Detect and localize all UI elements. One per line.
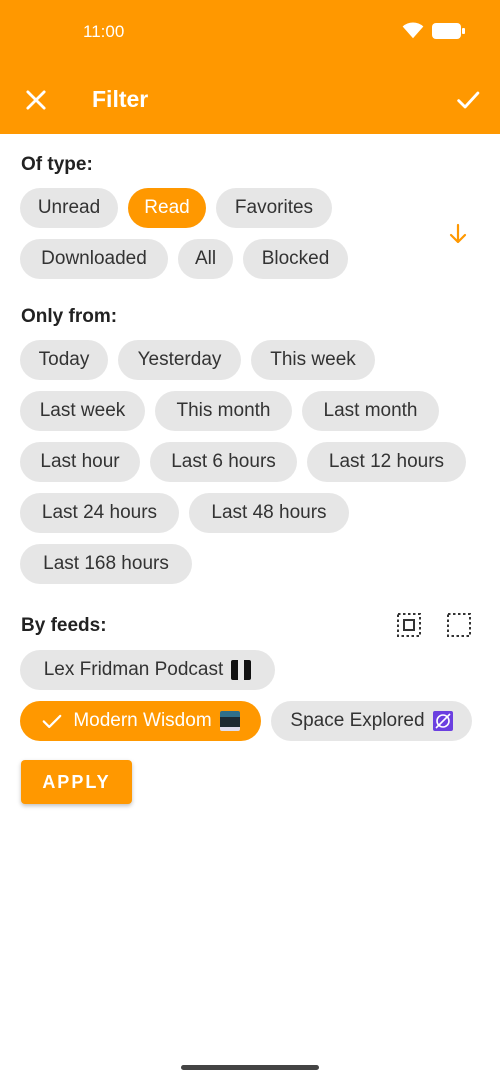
select-all-icon[interactable] xyxy=(396,612,422,638)
arrow-down-icon[interactable] xyxy=(446,222,470,246)
chip-label: Last month xyxy=(323,400,418,421)
deselect-all-icon[interactable] xyxy=(446,612,472,638)
chip-unread[interactable]: Unread xyxy=(20,188,118,228)
chip-label: Last week xyxy=(39,400,126,421)
chip-last-6-hours[interactable]: Last 6 hours xyxy=(150,442,297,482)
apply-button[interactable]: APPLY xyxy=(21,760,132,804)
chip-last-48-hours[interactable]: Last 48 hours xyxy=(189,493,349,533)
space-explored-thumbnail-icon xyxy=(432,711,453,731)
chip-favorites[interactable]: Favorites xyxy=(216,188,332,228)
chip-last-week[interactable]: Last week xyxy=(20,391,145,431)
chip-last-12-hours[interactable]: Last 12 hours xyxy=(307,442,466,482)
chip-last-month[interactable]: Last month xyxy=(302,391,439,431)
type-section-title: Of type: xyxy=(21,154,93,175)
wifi-icon xyxy=(402,22,424,39)
chip-label: Last 12 hours xyxy=(328,451,445,472)
chip-feed-lex-fridman[interactable]: Lex Fridman Podcast xyxy=(20,650,275,690)
chip-label: Favorites xyxy=(234,197,314,218)
chip-label: Lex Fridman Podcast xyxy=(43,659,224,680)
page-title: Filter xyxy=(92,86,149,112)
chip-label: Blocked xyxy=(261,248,330,269)
check-icon xyxy=(41,710,63,732)
chip-last-24-hours[interactable]: Last 24 hours xyxy=(20,493,179,533)
chip-label: Modern Wisdom xyxy=(73,710,212,731)
chip-label: Today xyxy=(38,349,90,370)
chip-all[interactable]: All xyxy=(178,239,233,279)
battery-icon xyxy=(432,23,465,39)
chip-this-week[interactable]: This week xyxy=(251,340,375,380)
chip-today[interactable]: Today xyxy=(20,340,108,380)
feeds-section-title: By feeds: xyxy=(21,615,107,636)
chip-feed-modern-wisdom[interactable]: Modern Wisdom xyxy=(20,701,261,741)
modern-wisdom-thumbnail-icon xyxy=(219,711,240,731)
confirm-check-icon[interactable] xyxy=(454,86,482,114)
chip-last-hour[interactable]: Last hour xyxy=(20,442,140,482)
chip-label: Last 6 hours xyxy=(171,451,276,472)
status-icons xyxy=(402,22,466,40)
chip-yesterday[interactable]: Yesterday xyxy=(118,340,241,380)
date-section-title: Only from: xyxy=(21,306,118,327)
chip-label: Yesterday xyxy=(137,349,222,370)
status-time: 11:00 xyxy=(83,22,125,41)
chip-label: This week xyxy=(270,349,356,370)
chip-label: Read xyxy=(144,197,190,218)
chip-blocked[interactable]: Blocked xyxy=(243,239,348,279)
app-bar: 11:00 Filter xyxy=(0,0,500,134)
chip-label: Last 168 hours xyxy=(43,553,169,574)
chip-label: Last hour xyxy=(40,451,120,472)
chip-label: Last 24 hours xyxy=(41,502,158,523)
chip-this-month[interactable]: This month xyxy=(155,391,292,431)
chip-read[interactable]: Read xyxy=(128,188,206,228)
chip-last-168-hours[interactable]: Last 168 hours xyxy=(20,544,192,584)
chip-feed-space-explored[interactable]: Space Explored xyxy=(271,701,472,741)
chip-label: Last 48 hours xyxy=(211,502,327,523)
chip-downloaded[interactable]: Downloaded xyxy=(20,239,168,279)
chip-label: This month xyxy=(176,400,271,421)
close-icon[interactable] xyxy=(22,86,50,114)
lex-fridman-thumbnail-icon xyxy=(231,660,252,680)
chip-label: All xyxy=(194,248,217,269)
chip-label: Unread xyxy=(37,197,101,218)
chip-label: Space Explored xyxy=(290,710,425,731)
chip-label: Downloaded xyxy=(41,248,147,269)
home-indicator[interactable] xyxy=(181,1065,319,1070)
